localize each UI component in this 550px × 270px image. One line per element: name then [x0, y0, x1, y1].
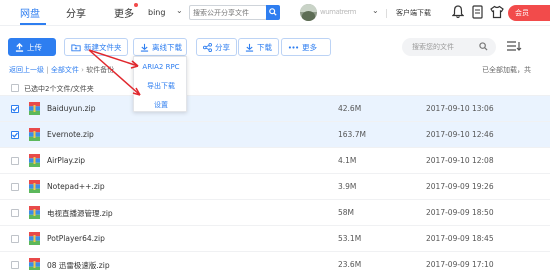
annotation-arrows [88, 49, 141, 96]
